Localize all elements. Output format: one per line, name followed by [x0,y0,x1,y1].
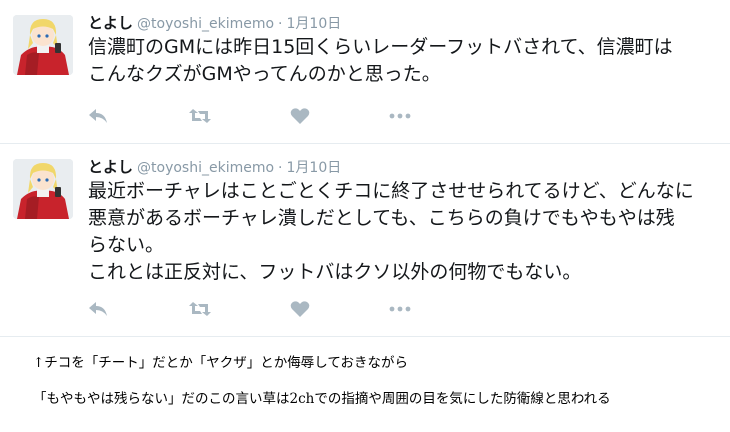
retweet-icon[interactable] [188,107,211,127]
user-handle[interactable]: @toyoshi_ekimemo [137,16,274,32]
tweet-2[interactable]: とよし @toyoshi_ekimemo · 1月10日 最近ボーチャレはことごとくチ… [0,144,730,337]
heart-icon[interactable] [290,107,312,127]
reply-icon[interactable] [88,300,110,320]
tweet-text-line: 最近ボーチャレはことごとくチコに終了させせられてるけど、どんなに [88,180,694,202]
caption-line-1: ↑チコを「チート」だとか「ヤクザ」とか侮辱しておきながら [33,355,409,371]
avatar[interactable] [13,159,73,219]
tweet-header: とよし @toyoshi_ekimemo · 1月10日 [88,13,341,34]
tweet-text: 信濃町のGMには昨日15回くらいレーダーフットバされて、信濃町は こんなクズがG… [88,34,720,88]
more-dots-icon[interactable] [388,300,411,320]
tweet-text-line: これとは正反対に、フットバはクソ以外の何物でもない。 [88,261,582,283]
tweet-text-line: 信濃町のGMには昨日15回くらいレーダーフットバされて、信濃町は [88,36,673,58]
display-name[interactable]: とよし [88,158,133,176]
retweet-icon[interactable] [188,300,211,320]
reply-icon[interactable] [88,107,110,127]
tweet-text-line: らない。 [88,234,165,256]
separator-dot: · [278,16,283,32]
heart-icon[interactable] [290,300,312,320]
tweet-date[interactable]: 1月10日 [287,160,342,176]
tweet-date[interactable]: 1月10日 [287,16,342,32]
caption-line-2: 「もやもやは残らない」だのこの言い草は2chでの指摘や周囲の目を気にした防衛線と… [33,391,611,407]
avatar[interactable] [13,15,73,75]
display-name[interactable]: とよし [88,14,133,32]
tweet-header: とよし @toyoshi_ekimemo · 1月10日 [88,157,341,178]
separator-dot: · [278,160,283,176]
tweet-text-line: こんなクズがGMやってんのかと思った。 [88,63,441,85]
tweet-text-line: 悪意があるボーチャレ潰しだとしても、こちらの負けでもやもやは残 [88,207,675,229]
user-handle[interactable]: @toyoshi_ekimemo [137,160,274,176]
more-dots-icon[interactable] [388,107,411,127]
tweet-text: 最近ボーチャレはことごとくチコに終了させせられてるけど、どんなに 悪意があるボー… [88,178,720,286]
tweet-1[interactable]: とよし @toyoshi_ekimemo · 1月10日 信濃町のGMには昨日15回く… [0,0,730,144]
